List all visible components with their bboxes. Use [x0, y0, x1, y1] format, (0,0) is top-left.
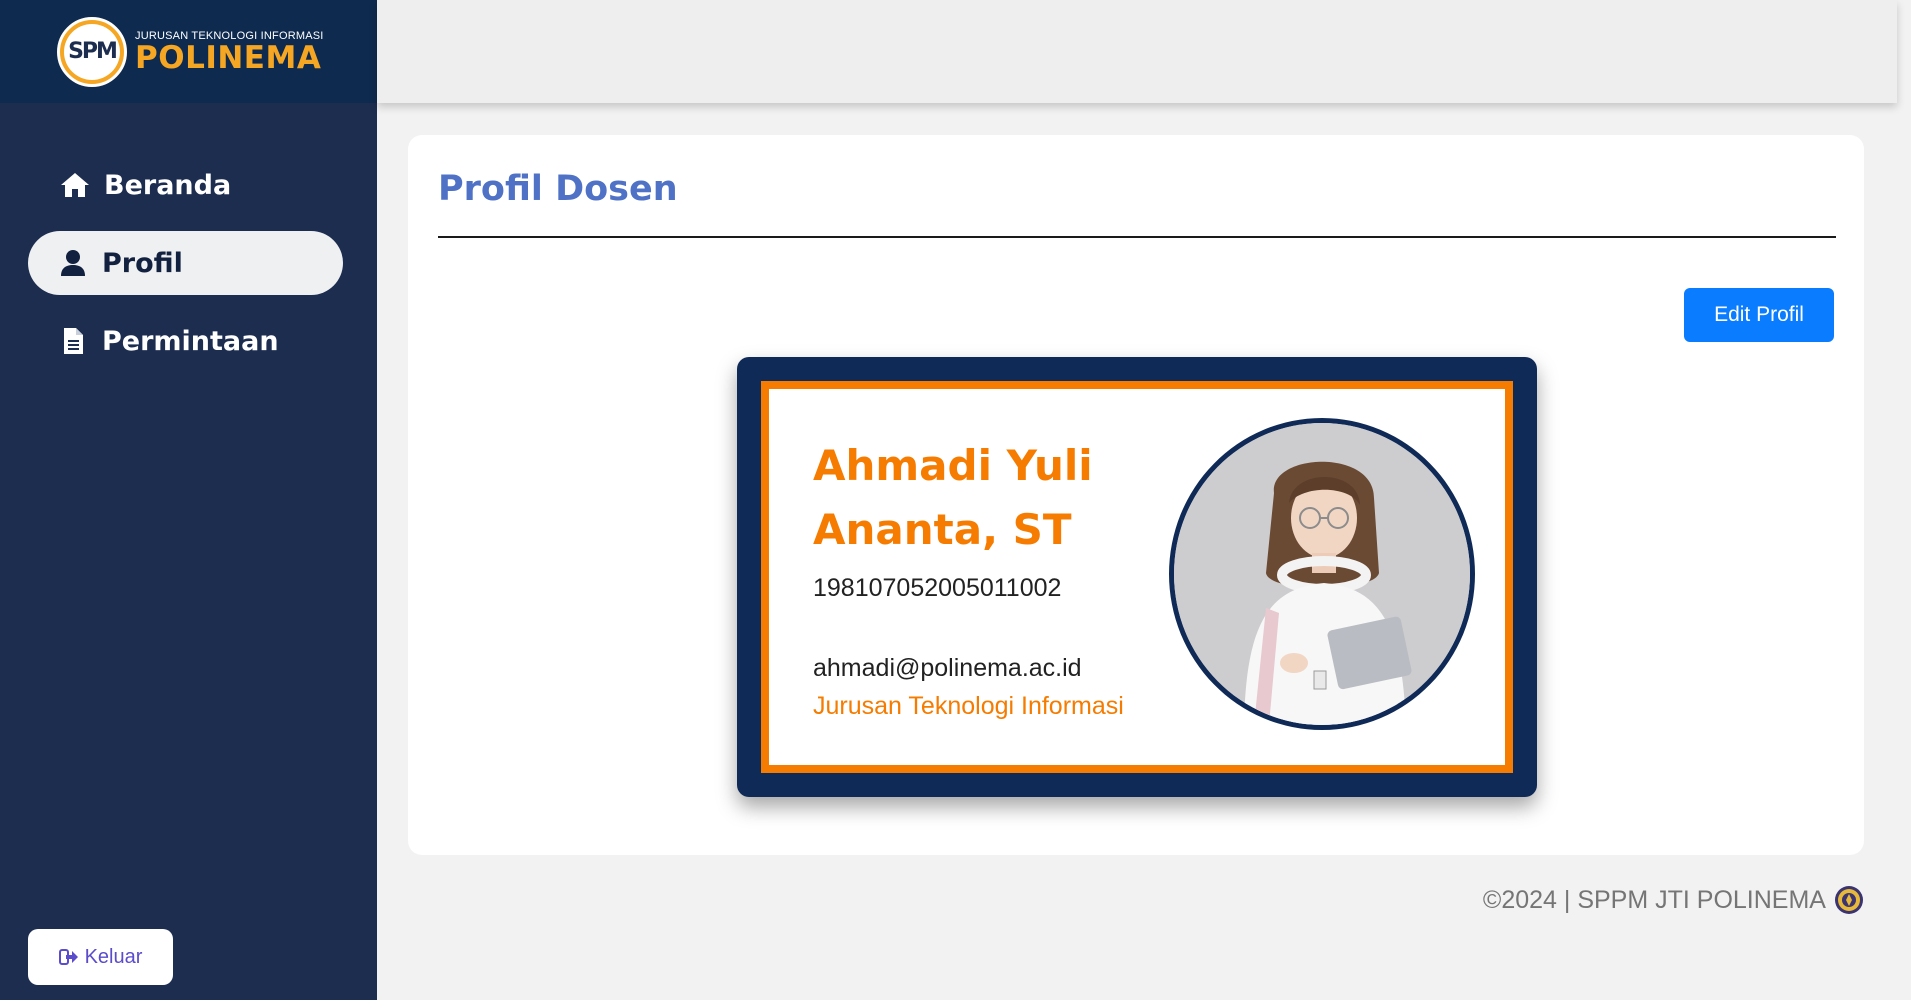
id-card-border: Ahmadi Yuli Ananta, ST 19810705200501100… [761, 381, 1513, 773]
polinema-seal-icon [1834, 885, 1864, 915]
footer: ©2024 | SPPM JTI POLINEMA [1483, 885, 1864, 915]
logout-label: Keluar [84, 945, 143, 968]
sign-out-icon [58, 948, 79, 966]
sidebar-item-profil[interactable]: Profil [28, 231, 343, 295]
edit-profile-button[interactable]: Edit Profil [1684, 288, 1834, 342]
sidebar-item-label: Profil [102, 247, 183, 279]
logo-badge-text: SPM [64, 23, 120, 80]
document-icon [56, 326, 90, 356]
id-card-body: Ahmadi Yuli Ananta, ST 19810705200501100… [769, 389, 1505, 765]
page-title: Profil Dosen [438, 169, 678, 209]
lecturer-nip: 198107052005011002 [813, 574, 1062, 602]
lecturer-email: ahmadi@polinema.ac.id [813, 654, 1082, 682]
sidebar-item-label: Beranda [104, 169, 232, 201]
brand-title: POLINEMA [135, 39, 322, 76]
home-icon [58, 170, 92, 200]
user-icon [56, 248, 90, 278]
title-divider [438, 236, 1836, 238]
sidebar-item-permintaan[interactable]: Permintaan [28, 309, 343, 373]
logout-button[interactable]: Keluar [28, 929, 173, 985]
brand-header: SPM JURUSAN TEKNOLOGI INFORMASI POLINEMA [0, 0, 377, 103]
top-bar [377, 0, 1897, 103]
sidebar-nav: Beranda Profil Permintaan [0, 153, 377, 373]
lecturer-department: Jurusan Teknologi Informasi [813, 692, 1124, 720]
footer-text: ©2024 | SPPM JTI POLINEMA [1482, 885, 1826, 914]
logo-badge: SPM [57, 16, 127, 87]
sidebar-item-label: Permintaan [102, 325, 279, 357]
id-card: Ahmadi Yuli Ananta, ST 19810705200501100… [737, 357, 1537, 797]
app-root: SPM JURUSAN TEKNOLOGI INFORMASI POLINEMA… [0, 0, 1911, 1000]
brand-text: JURUSAN TEKNOLOGI INFORMASI POLINEMA [135, 30, 324, 74]
lecturer-name: Ahmadi Yuli Ananta, ST [813, 441, 1093, 554]
sidebar-item-beranda[interactable]: Beranda [28, 153, 343, 217]
sidebar: SPM JURUSAN TEKNOLOGI INFORMASI POLINEMA… [0, 0, 377, 1000]
profile-photo [1169, 418, 1475, 730]
profile-card-container: Profil Dosen Edit Profil Ahmadi Yuli Ana… [408, 135, 1864, 855]
